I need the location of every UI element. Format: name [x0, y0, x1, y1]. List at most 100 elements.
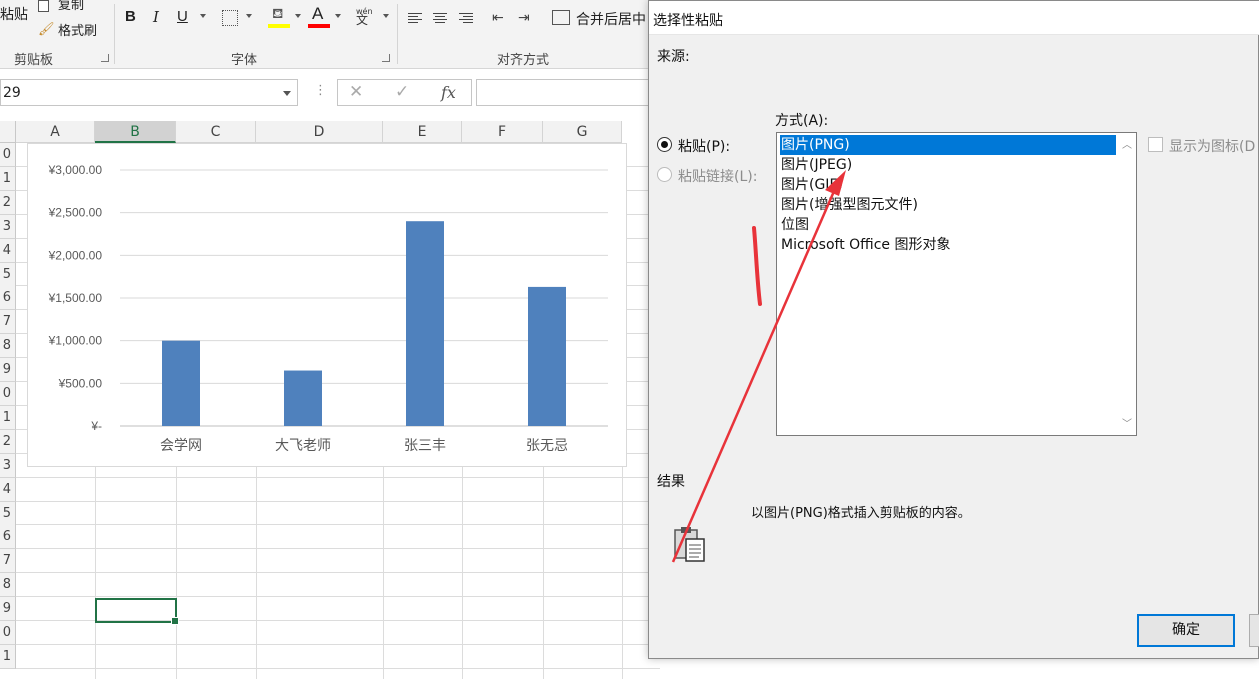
x-category-label: 张三丰	[404, 438, 446, 454]
column-header-e[interactable]: E	[383, 121, 462, 143]
chevron-down-icon[interactable]	[283, 91, 291, 96]
row-header[interactable]: 8	[0, 334, 16, 359]
chevron-down-icon[interactable]	[335, 14, 341, 18]
row-header[interactable]: 3	[0, 453, 16, 478]
chevron-down-icon[interactable]	[246, 14, 252, 18]
cancel-button[interactable]	[1249, 614, 1259, 647]
brush-icon: 🖌	[38, 22, 55, 37]
result-label: 结果	[657, 474, 685, 490]
chevron-down-icon[interactable]	[295, 14, 301, 18]
scroll-up-icon[interactable]: ︿	[1122, 136, 1132, 151]
row-header[interactable]: 1	[0, 644, 16, 669]
border-icon[interactable]	[222, 10, 238, 26]
paste-special-dialog: 选择性粘贴 来源: 方式(A): 粘贴(P): 粘贴链接(L): 图片(PNG)…	[648, 0, 1259, 659]
fill-color-bar	[268, 24, 290, 28]
format-painter-button[interactable]: 🖌 格式刷	[38, 20, 118, 39]
row-header[interactable]: 4	[0, 238, 16, 263]
align-left-icon[interactable]	[408, 13, 422, 24]
selected-cell[interactable]	[95, 598, 179, 625]
decrease-indent-icon[interactable]: ⇤	[492, 10, 504, 26]
italic-button[interactable]: I	[153, 8, 159, 26]
paste-button[interactable]: 粘贴	[0, 4, 28, 24]
bar[interactable]	[528, 286, 566, 426]
row-header[interactable]: 5	[0, 501, 16, 526]
bar[interactable]	[284, 370, 322, 426]
column-header-g[interactable]: G	[543, 121, 622, 143]
y-tick-label: ¥3,000.00	[48, 163, 103, 177]
row-header[interactable]: 1	[0, 166, 16, 191]
y-tick-label: ¥2,500.00	[48, 206, 103, 220]
formula-bar: 29 ⋮ ✕ ✓ fx	[0, 69, 660, 121]
row-header[interactable]: 9	[0, 358, 16, 383]
row-header[interactable]: 6	[0, 525, 16, 550]
y-tick-label: ¥1,000.00	[48, 334, 103, 348]
fill-color-button[interactable]: ⛾	[268, 6, 290, 30]
column-header-d[interactable]: D	[256, 121, 383, 143]
cancel-icon[interactable]: ✕	[349, 82, 363, 102]
row-header[interactable]: 7	[0, 549, 16, 574]
row-header[interactable]: 3	[0, 214, 16, 239]
row-header[interactable]: 5	[0, 262, 16, 287]
increase-indent-icon[interactable]: ⇥	[518, 10, 530, 26]
row-header[interactable]: 7	[0, 310, 16, 335]
font-color-button[interactable]: A	[308, 4, 330, 30]
bar[interactable]	[406, 221, 444, 426]
ok-button[interactable]: 确定	[1137, 614, 1235, 647]
display-as-icon-checkbox[interactable]	[1148, 137, 1163, 152]
paste-option-item[interactable]: 图片(JPEG)	[780, 155, 1116, 175]
row-header[interactable]: 0	[0, 621, 16, 645]
insert-function-icon[interactable]: fx	[441, 83, 456, 102]
enter-icon[interactable]: ✓	[395, 82, 409, 102]
paste-option-item[interactable]: 图片(GIF)	[780, 175, 1116, 195]
copy-icon	[38, 0, 49, 12]
row-header[interactable]: 2	[0, 429, 16, 454]
paste-option-item[interactable]: 图片(PNG)	[780, 135, 1116, 155]
group-divider	[114, 4, 115, 64]
row-header[interactable]: 2	[0, 190, 16, 215]
column-header-c[interactable]: C	[176, 121, 256, 143]
clipboard-launcher-icon[interactable]	[101, 54, 109, 62]
chevron-down-icon[interactable]	[383, 14, 389, 18]
row-header[interactable]: 0	[0, 382, 16, 406]
embedded-chart[interactable]: ¥3,000.00 ¥2,500.00 ¥2,000.00 ¥1,500.00 ¥1,0…	[27, 143, 627, 467]
scroll-down-icon[interactable]: ﹀	[1122, 415, 1132, 430]
row-header[interactable]: 0	[0, 143, 16, 167]
font-launcher-icon[interactable]	[382, 54, 390, 62]
row-header[interactable]: 8	[0, 573, 16, 598]
name-box[interactable]: 29	[0, 79, 298, 106]
paste-radio[interactable]: 粘贴(P):	[657, 136, 767, 156]
row-header[interactable]: 9	[0, 597, 16, 622]
font-color-bar	[308, 24, 330, 28]
align-center-icon[interactable]	[433, 13, 447, 24]
row-header[interactable]: 4	[0, 477, 16, 502]
bold-button[interactable]: B	[125, 8, 136, 25]
row-header[interactable]: 6	[0, 286, 16, 311]
clipboard-icon	[674, 527, 705, 562]
merge-icon	[552, 10, 570, 25]
align-right-icon[interactable]	[459, 13, 473, 24]
select-all-corner[interactable]	[0, 121, 16, 143]
paste-as-listbox[interactable]: 图片(PNG) 图片(JPEG) 图片(GIF) 图片(增强型图元文件) 位图 Micro…	[776, 132, 1137, 436]
paste-option-item[interactable]: 图片(增强型图元文件)	[780, 195, 1116, 215]
x-category-label: 张无忌	[526, 438, 568, 454]
merge-center-button[interactable]: 合并后居中	[552, 8, 657, 28]
chevron-down-icon[interactable]	[200, 14, 206, 18]
dialog-titlebar[interactable]: 选择性粘贴	[649, 1, 1259, 35]
gridline	[16, 643, 660, 645]
column-header-f[interactable]: F	[462, 121, 543, 143]
column-header-a[interactable]: A	[16, 121, 95, 143]
underline-button[interactable]: U	[177, 8, 188, 25]
y-tick-label: ¥2,000.00	[48, 248, 103, 262]
y-tick-label: ¥500.00	[58, 376, 103, 390]
paste-option-item[interactable]: Microsoft Office 图形对象	[780, 235, 1116, 255]
row-header[interactable]: 1	[0, 405, 16, 430]
bar[interactable]	[162, 340, 200, 426]
gridline	[16, 596, 660, 598]
column-header-b[interactable]: B	[95, 121, 176, 143]
paste-link-radio[interactable]: 粘贴链接(L):	[657, 166, 775, 186]
group-divider	[397, 4, 398, 64]
formula-input[interactable]	[476, 79, 660, 106]
phonetic-button[interactable]: wén 文	[356, 7, 373, 26]
paste-option-item[interactable]: 位图	[780, 215, 1116, 235]
listbox-scrollbar[interactable]: ︿ ﹀	[1116, 133, 1136, 435]
